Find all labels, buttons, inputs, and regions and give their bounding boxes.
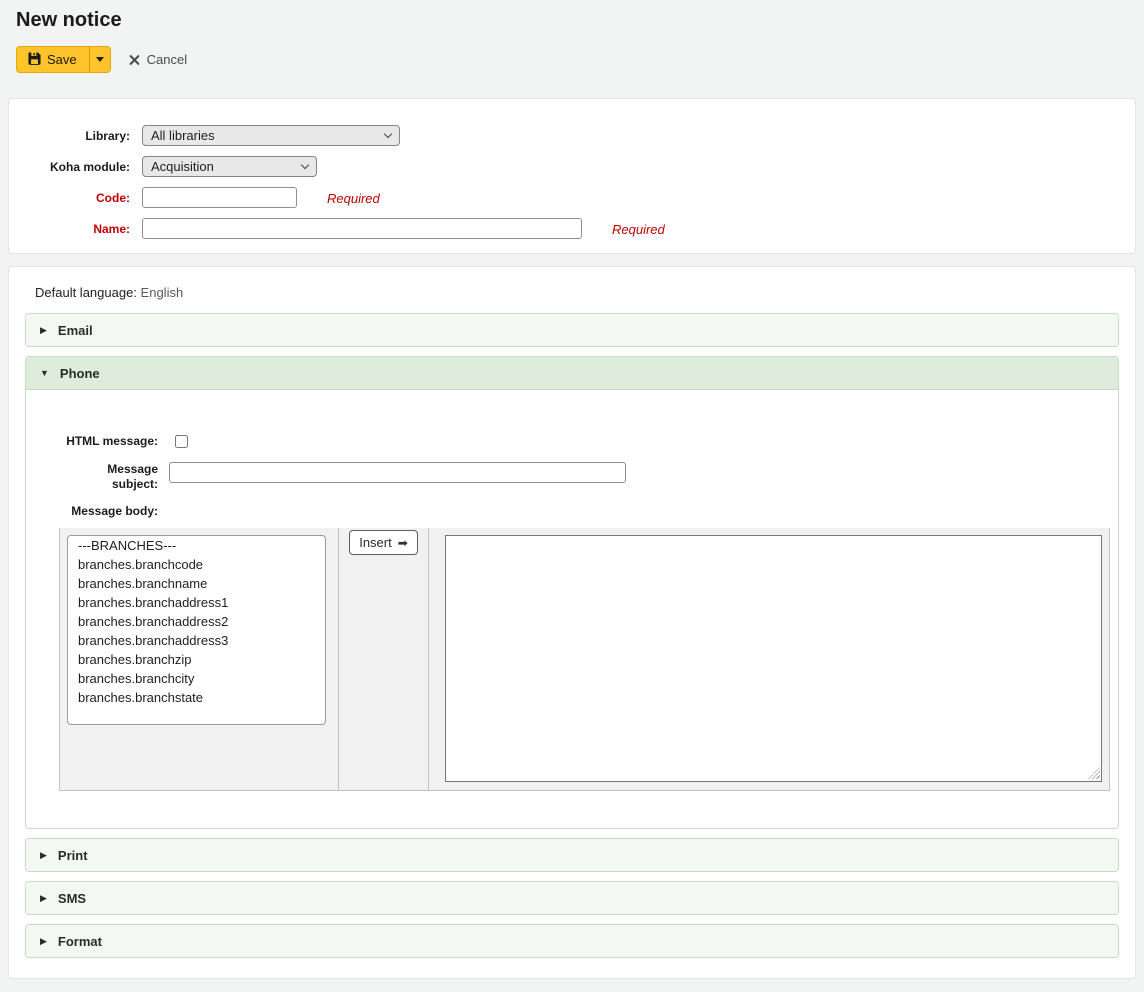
- message-subject-row: Message subject:: [26, 462, 1118, 492]
- section-email-header[interactable]: ▶ Email: [26, 314, 1118, 346]
- library-row: Library: All libraries: [9, 125, 1135, 146]
- library-select[interactable]: All libraries: [142, 125, 400, 146]
- section-phone-header[interactable]: ▼ Phone: [26, 357, 1118, 389]
- cancel-button[interactable]: Cancel: [129, 52, 187, 67]
- fields-listbox[interactable]: ---BRANCHES---branches.branchcodebranche…: [67, 535, 326, 725]
- library-label: Library:: [9, 125, 130, 143]
- default-language-value: English: [141, 285, 184, 300]
- close-icon: [129, 54, 140, 65]
- message-body-label-row: Message body:: [26, 504, 1118, 519]
- save-icon: [28, 52, 41, 68]
- message-body-label: Message body:: [63, 504, 158, 519]
- save-dropdown-toggle[interactable]: [89, 46, 111, 73]
- html-message-checkbox[interactable]: [175, 435, 188, 448]
- koha-module-select[interactable]: Acquisition: [142, 156, 317, 177]
- message-body-editor: ---BRANCHES---branches.branchcodebranche…: [59, 528, 1110, 791]
- default-language-label: Default language:: [35, 285, 137, 300]
- section-email: ▶ Email: [25, 313, 1119, 347]
- section-format-header[interactable]: ▶ Format: [26, 925, 1118, 957]
- section-sms: ▶ SMS: [25, 881, 1119, 915]
- koha-module-select-wrap: Acquisition: [142, 156, 317, 177]
- cancel-label: Cancel: [147, 52, 187, 67]
- code-required-note: Required: [327, 187, 380, 206]
- name-input[interactable]: [142, 218, 582, 239]
- page-title: New notice: [16, 8, 1128, 32]
- section-format-title: Format: [58, 934, 102, 949]
- notice-details-panel: Library: All libraries Koha module: Acqu…: [8, 98, 1136, 254]
- section-print-header[interactable]: ▶ Print: [26, 839, 1118, 871]
- section-print-title: Print: [58, 848, 88, 863]
- triangle-right-icon: ▶: [40, 851, 47, 860]
- triangle-right-icon: ▶: [40, 894, 47, 903]
- page: New notice Save Ca: [0, 8, 1144, 979]
- name-required-note: Required: [612, 218, 665, 237]
- section-phone-body: HTML message: Message subject: Message b…: [26, 389, 1118, 828]
- name-row: Name: Required: [9, 218, 1135, 239]
- field-option[interactable]: branches.branchstate: [68, 688, 325, 707]
- insert-button[interactable]: Insert ➡: [349, 530, 418, 555]
- name-label: Name:: [9, 218, 130, 236]
- insert-button-label: Insert: [359, 535, 392, 550]
- koha-module-row: Koha module: Acquisition: [9, 156, 1135, 177]
- field-option[interactable]: branches.branchcode: [68, 555, 325, 574]
- code-label: Code:: [9, 187, 130, 205]
- section-format: ▶ Format: [25, 924, 1119, 958]
- fields-cell: ---BRANCHES---branches.branchcodebranche…: [60, 528, 339, 790]
- message-subject-label: Message subject:: [63, 462, 158, 492]
- save-split-button: Save: [16, 46, 111, 73]
- html-message-label: HTML message:: [63, 434, 158, 449]
- field-option[interactable]: branches.branchzip: [68, 650, 325, 669]
- insert-cell: Insert ➡: [339, 528, 429, 790]
- field-option[interactable]: branches.branchname: [68, 574, 325, 593]
- message-subject-input[interactable]: [169, 462, 626, 483]
- toolbar: Save Cancel: [16, 46, 1128, 73]
- field-option[interactable]: branches.branchaddress2: [68, 612, 325, 631]
- html-message-row: HTML message:: [26, 434, 1118, 449]
- code-input[interactable]: [142, 187, 297, 208]
- section-sms-header[interactable]: ▶ SMS: [26, 882, 1118, 914]
- section-print: ▶ Print: [25, 838, 1119, 872]
- library-select-wrap: All libraries: [142, 125, 400, 146]
- koha-module-label: Koha module:: [9, 156, 130, 174]
- section-sms-title: SMS: [58, 891, 86, 906]
- code-row: Code: Required: [9, 187, 1135, 208]
- field-option[interactable]: ---BRANCHES---: [68, 536, 325, 555]
- save-button[interactable]: Save: [16, 46, 89, 73]
- arrow-right-icon: ➡: [398, 536, 408, 550]
- field-option[interactable]: branches.branchcity: [68, 669, 325, 688]
- triangle-right-icon: ▶: [40, 937, 47, 946]
- save-button-label: Save: [47, 52, 77, 67]
- section-phone: ▼ Phone HTML message: Message subject: M…: [25, 356, 1119, 829]
- section-phone-title: Phone: [60, 366, 100, 381]
- triangle-down-icon: ▼: [40, 369, 49, 378]
- section-email-title: Email: [58, 323, 93, 338]
- field-option[interactable]: branches.branchaddress3: [68, 631, 325, 650]
- message-body-textarea[interactable]: [445, 535, 1102, 782]
- field-option[interactable]: branches.branchaddress1: [68, 593, 325, 612]
- default-language: Default language: English: [35, 285, 1119, 300]
- caret-down-icon: [96, 57, 104, 62]
- textarea-cell: [429, 528, 1109, 790]
- triangle-right-icon: ▶: [40, 326, 47, 335]
- notice-content-panel: Default language: English ▶ Email ▼ Phon…: [8, 266, 1136, 979]
